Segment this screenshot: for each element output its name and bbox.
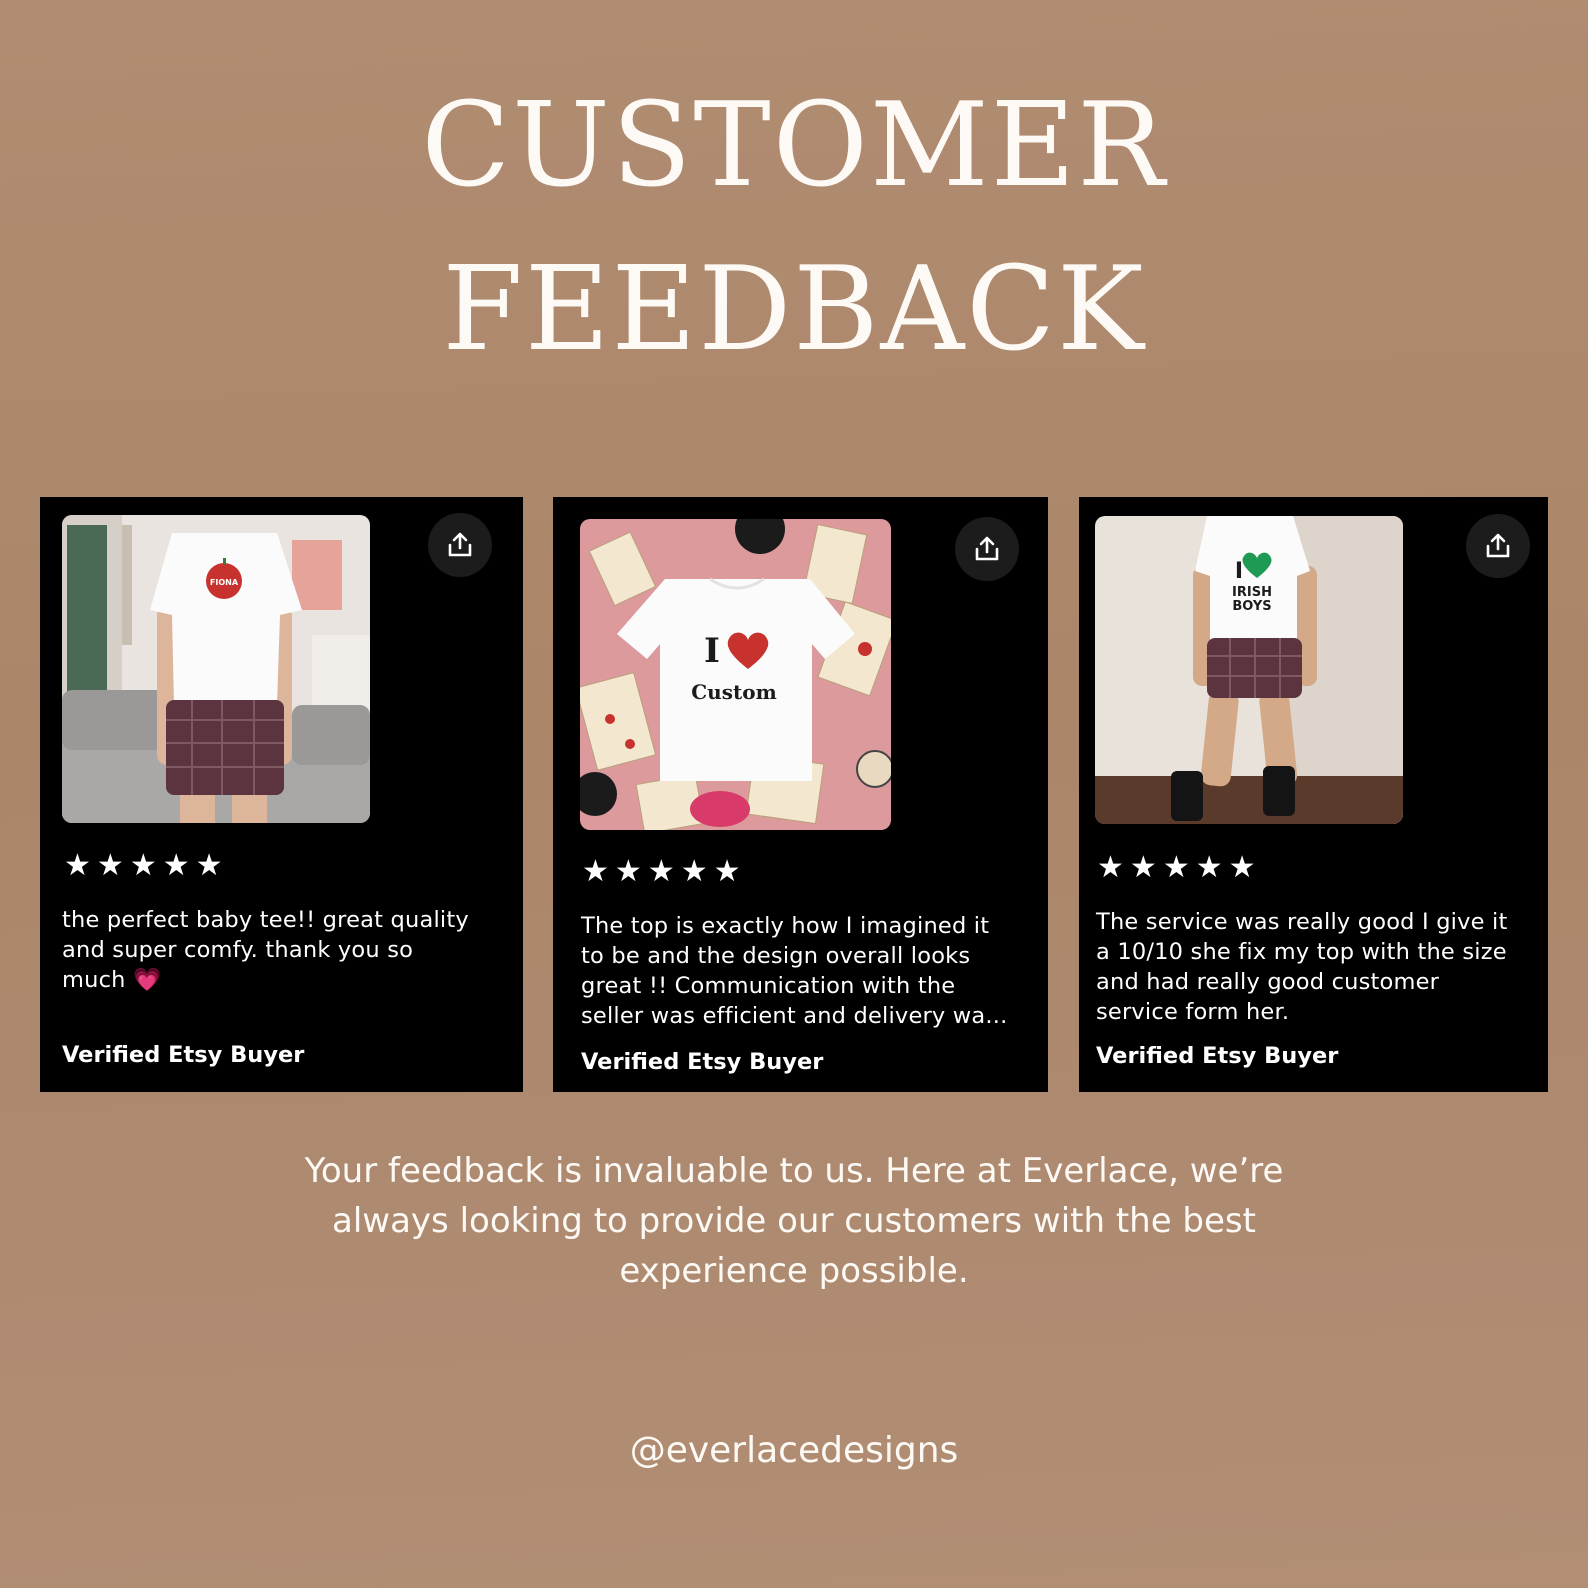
review-line: service form her.	[1096, 999, 1290, 1025]
share-icon	[448, 532, 472, 557]
review-photo-2[interactable]: I Custom	[580, 519, 891, 830]
page-title-line-1: CUSTOMER	[421, 78, 1167, 213]
share-icon	[1486, 533, 1510, 558]
review-line: the perfect baby tee!! great quality	[62, 907, 469, 933]
star-icon: ★	[96, 848, 124, 883]
review-text-2: The top is exactly how I imagined it to …	[581, 911, 1041, 1031]
apple-print-text: FIONA	[210, 578, 239, 587]
star-icon: ★	[614, 854, 642, 889]
share-button-3[interactable]	[1466, 514, 1530, 578]
page-title-line-2: FEEDBACK	[442, 242, 1146, 377]
star-icon: ★	[162, 848, 190, 883]
shirt-print-i: I	[1235, 559, 1243, 584]
review-line: and had really good customer	[1096, 969, 1440, 995]
buyer-label-1: Verified Etsy Buyer	[62, 1042, 305, 1068]
star-rating-3: ★ ★ ★ ★ ★	[1097, 853, 1256, 883]
share-button-2[interactable]	[955, 517, 1019, 581]
review-line: seller was efficient and delivery wa...	[581, 1003, 1008, 1029]
star-icon: ★	[582, 854, 609, 889]
star-icon: ★	[1162, 850, 1190, 885]
star-icon: ★	[1129, 850, 1157, 885]
model-photo-image: FIONA	[62, 515, 370, 823]
model-photo-image: I IRISH BOYS	[1095, 516, 1403, 824]
feedback-message-line: Your feedback is invaluable to us. Here …	[304, 1151, 1284, 1191]
review-text-1: the perfect baby tee!! great quality and…	[62, 905, 502, 995]
shirt-print-custom: Custom	[691, 680, 776, 704]
star-icon: ★	[680, 854, 708, 889]
buyer-label-3: Verified Etsy Buyer	[1096, 1043, 1339, 1069]
shirt-print-irish: IRISH	[1232, 585, 1272, 600]
star-icon: ★	[713, 854, 741, 889]
share-icon	[975, 536, 999, 561]
shirt-print-i: I	[704, 631, 720, 671]
review-line: The top is exactly how I imagined it	[581, 913, 990, 939]
star-icon: ★	[1195, 850, 1223, 885]
review-line: The service was really good I give it	[1096, 909, 1508, 935]
star-icon: ★	[129, 848, 157, 883]
review-line: great !! Communication with the	[581, 973, 956, 999]
star-rating-1: ★ ★ ★ ★ ★	[64, 851, 223, 881]
star-rating-2: ★ ★ ★ ★ ★	[582, 857, 741, 887]
star-icon: ★	[1228, 850, 1256, 885]
review-photo-1[interactable]: FIONA	[62, 515, 370, 823]
review-card-3: I IRISH BOYS ★ ★ ★ ★ ★ The service was r…	[1079, 497, 1548, 1092]
share-button-1[interactable]	[428, 513, 492, 577]
review-card-1: FIONA ★ ★ ★ ★ ★ the perfect baby tee!! g…	[40, 497, 523, 1092]
review-photo-3[interactable]: I IRISH BOYS	[1095, 516, 1403, 824]
feedback-message-line: always looking to provide our customers …	[332, 1201, 1256, 1241]
star-icon: ★	[647, 854, 675, 889]
review-text-3: The service was really good I give it a …	[1096, 907, 1541, 1027]
shirt-print-boys: BOYS	[1232, 599, 1271, 614]
feedback-message-line: experience possible.	[619, 1251, 969, 1291]
review-line: and super comfy. thank you so	[62, 937, 414, 963]
social-handle[interactable]: @everlacedesigns	[0, 1430, 1588, 1471]
feedback-message: Your feedback is invaluable to us. Here …	[0, 1146, 1588, 1296]
review-line: much 💗	[62, 967, 162, 993]
star-icon: ★	[1097, 850, 1124, 885]
star-icon: ★	[64, 848, 91, 883]
star-icon: ★	[195, 848, 223, 883]
buyer-label-2: Verified Etsy Buyer	[581, 1049, 824, 1075]
review-line: a 10/10 she fix my top with the size	[1096, 939, 1507, 965]
review-line: to be and the design overall looks	[581, 943, 971, 969]
review-card-2: I Custom ★ ★ ★ ★ ★ The top is exactly ho…	[553, 497, 1048, 1092]
flatlay-photo-image: I Custom	[580, 519, 891, 830]
